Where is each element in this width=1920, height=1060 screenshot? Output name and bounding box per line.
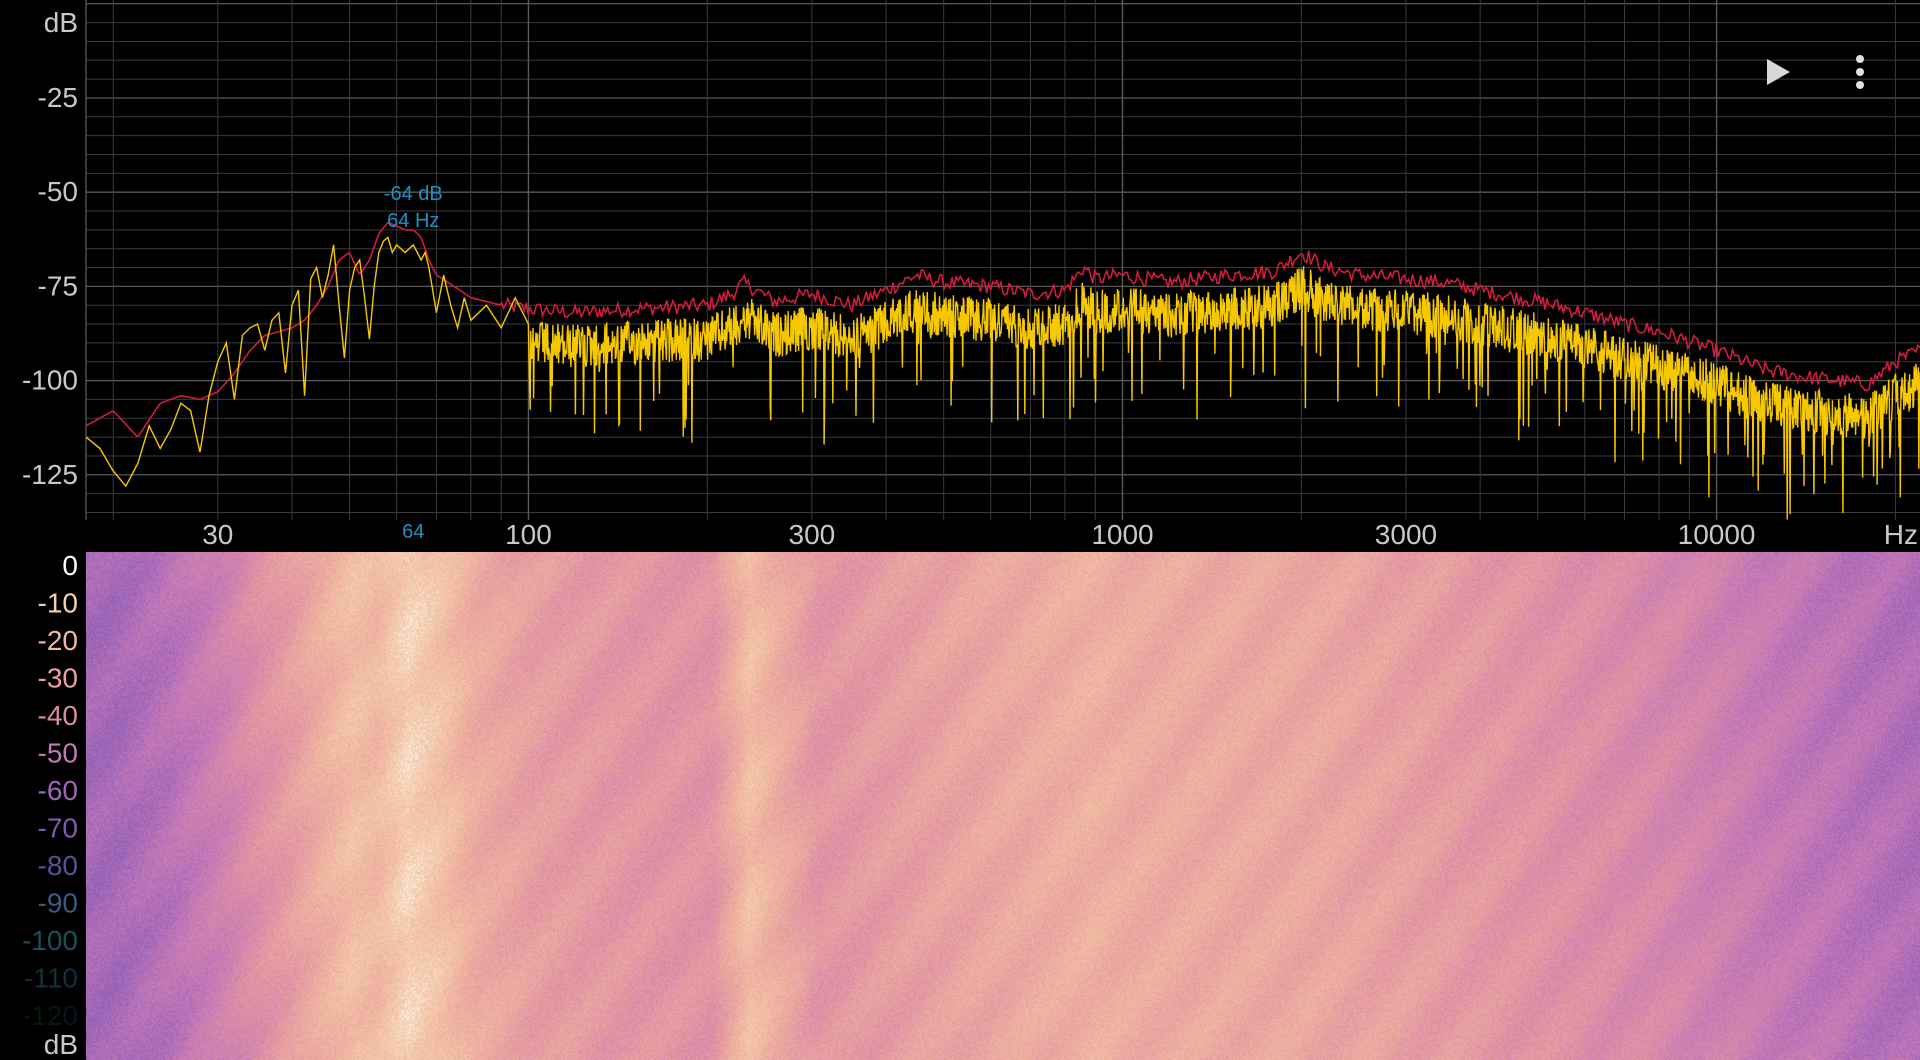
waterfall-db-ticks: 0 -10 -20 -30 -40 -50 -60 -70 -80 -90 -100 -110 -120 bbox=[22, 552, 78, 1031]
colorbar-tick-label: -100 bbox=[22, 925, 78, 956]
peak-marker-axis-label: 64 bbox=[402, 521, 424, 543]
peak-marker: -64 dB 64 Hz 64 bbox=[384, 183, 443, 543]
colorbar-tick-label: -10 bbox=[38, 588, 78, 619]
more-vert-icon bbox=[1856, 55, 1864, 89]
spectrum-x-unit: Hz bbox=[1884, 519, 1918, 550]
peak-marker-hz-label: 64 Hz bbox=[387, 210, 439, 232]
colorbar-tick-label: 0 bbox=[62, 552, 78, 581]
colorbar-tick-label: -60 bbox=[38, 775, 78, 806]
series-spectrum bbox=[85, 236, 1920, 520]
spectrum-grid bbox=[85, 0, 1920, 520]
x-tick-label: 30 bbox=[202, 519, 233, 550]
spectrum-y-ticks: -25 -50 -75 -100 -125 bbox=[22, 82, 78, 490]
colorbar-tick-label: -90 bbox=[38, 888, 78, 919]
y-tick-label: -100 bbox=[22, 365, 78, 396]
play-icon bbox=[1767, 59, 1790, 85]
play-button[interactable] bbox=[1754, 48, 1802, 96]
colorbar-tick-label: -30 bbox=[38, 663, 78, 694]
colorbar-tick-label: -40 bbox=[38, 700, 78, 731]
x-tick-label: 100 bbox=[505, 519, 552, 550]
colorbar-tick-label: -120 bbox=[22, 1000, 78, 1031]
waterfall-db-unit: dB bbox=[44, 1029, 78, 1060]
y-tick-label: -75 bbox=[38, 270, 78, 301]
colorbar-tick-label: -80 bbox=[38, 850, 78, 881]
colorbar-tick-label: -110 bbox=[24, 963, 78, 994]
colorbar-tick-label: -70 bbox=[38, 813, 78, 844]
waterfall-spectrogram[interactable] bbox=[86, 552, 1920, 1060]
x-tick-label: 10000 bbox=[1678, 519, 1756, 550]
waterfall-colorbar-axis: 0 -10 -20 -30 -40 -50 -60 -70 -80 -90 -100 -110 -120… bbox=[22, 552, 78, 1060]
spectrum-x-ticks: 30 100 300 1000 3000 10000 bbox=[202, 519, 1755, 550]
y-tick-label: -125 bbox=[22, 459, 78, 490]
y-tick-label: -25 bbox=[38, 82, 78, 113]
colorbar-tick-label: -50 bbox=[38, 738, 78, 769]
peak-marker-db-label: -64 dB bbox=[384, 183, 443, 205]
more-options-button[interactable] bbox=[1836, 48, 1884, 96]
x-tick-label: 3000 bbox=[1375, 519, 1437, 550]
spectrum-chart[interactable]: -25-50-75-100-125 30 100 300 1000 3000 10000 … bbox=[0, 0, 1920, 552]
x-tick-label: 300 bbox=[789, 519, 836, 550]
y-tick-label: -50 bbox=[38, 176, 78, 207]
spectrum-y-unit: dB bbox=[44, 7, 78, 38]
colorbar-tick-label: -20 bbox=[38, 625, 78, 656]
x-tick-label: 1000 bbox=[1091, 519, 1153, 550]
